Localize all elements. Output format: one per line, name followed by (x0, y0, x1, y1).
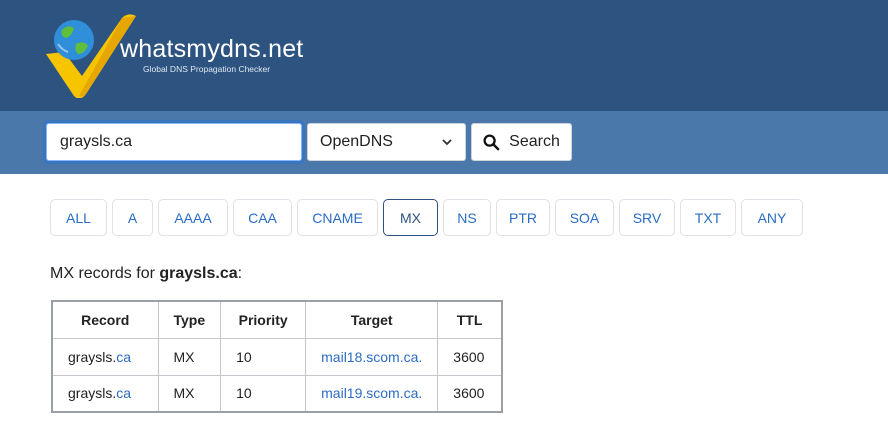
table-header-row: Record Type Priority Target TTL (51, 300, 503, 339)
ttl-cell: 3600 (437, 337, 503, 376)
tab-a[interactable]: A (112, 199, 153, 236)
column-header-target: Target (305, 300, 439, 339)
domain-search-input[interactable] (46, 123, 302, 161)
target-cell: mail18.scom.ca. (305, 337, 439, 376)
tab-mx[interactable]: MX (383, 199, 438, 236)
dns-server-select[interactable]: OpenDNS (307, 123, 466, 161)
record-cell: graysls.ca (51, 374, 159, 413)
target-link[interactable]: mail18.scom.ca. (321, 349, 422, 365)
dns-server-value: OpenDNS (320, 133, 393, 150)
priority-cell: 10 (220, 374, 307, 413)
table-row: graysls.ca MX 10 mail19.scom.ca. 3600 (51, 374, 503, 413)
priority-cell: 10 (220, 337, 307, 376)
record-tld-link[interactable]: ca (116, 385, 131, 401)
results-heading-suffix: : (237, 265, 243, 282)
record-tld-link[interactable]: ca (116, 349, 131, 365)
table-row: graysls.ca MX 10 mail18.scom.ca. 3600 (51, 337, 503, 376)
target-cell: mail19.scom.ca. (305, 374, 439, 413)
tab-any[interactable]: ANY (741, 199, 803, 236)
brand[interactable]: whatsmydns.net Global DNS Propagation Ch… (120, 35, 303, 75)
tab-ns[interactable]: NS (443, 199, 491, 236)
results-heading: MX records for graysls.ca: (50, 265, 242, 283)
type-cell: MX (157, 374, 222, 413)
results-heading-domain: graysls.ca (159, 265, 238, 282)
tab-txt[interactable]: TXT (680, 199, 736, 236)
record-name: graysls. (68, 385, 117, 402)
chevron-down-icon (442, 139, 452, 146)
record-type-tabs: ALL A AAAA CAA CNAME MX NS PTR SOA SRV T… (50, 199, 808, 236)
tab-caa[interactable]: CAA (233, 199, 292, 236)
type-cell: MX (157, 337, 222, 376)
search-button-label: Search (509, 133, 560, 150)
records-table: Record Type Priority Target TTL graysls.… (51, 300, 503, 413)
search-icon (483, 133, 500, 150)
target-link[interactable]: mail19.scom.ca. (321, 385, 422, 401)
column-header-ttl: TTL (437, 300, 503, 339)
site-header: whatsmydns.net Global DNS Propagation Ch… (0, 0, 888, 111)
column-header-priority: Priority (220, 300, 307, 339)
search-button[interactable]: Search (471, 123, 572, 161)
tab-aaaa[interactable]: AAAA (158, 199, 228, 236)
record-name: graysls. (68, 348, 117, 365)
tab-all[interactable]: ALL (50, 199, 107, 236)
brand-name: whatsmydns.net (120, 35, 304, 63)
tab-soa[interactable]: SOA (555, 199, 614, 236)
tab-srv[interactable]: SRV (619, 199, 675, 236)
results-heading-prefix: MX records for (50, 265, 160, 282)
ttl-cell: 3600 (437, 374, 503, 413)
record-cell: graysls.ca (51, 337, 159, 376)
tab-cname[interactable]: CNAME (297, 199, 378, 236)
column-header-record: Record (51, 300, 159, 339)
search-bar: OpenDNS Search (0, 111, 888, 174)
tab-ptr[interactable]: PTR (496, 199, 550, 236)
column-header-type: Type (157, 300, 222, 339)
brand-tagline: Global DNS Propagation Checker (143, 64, 271, 74)
